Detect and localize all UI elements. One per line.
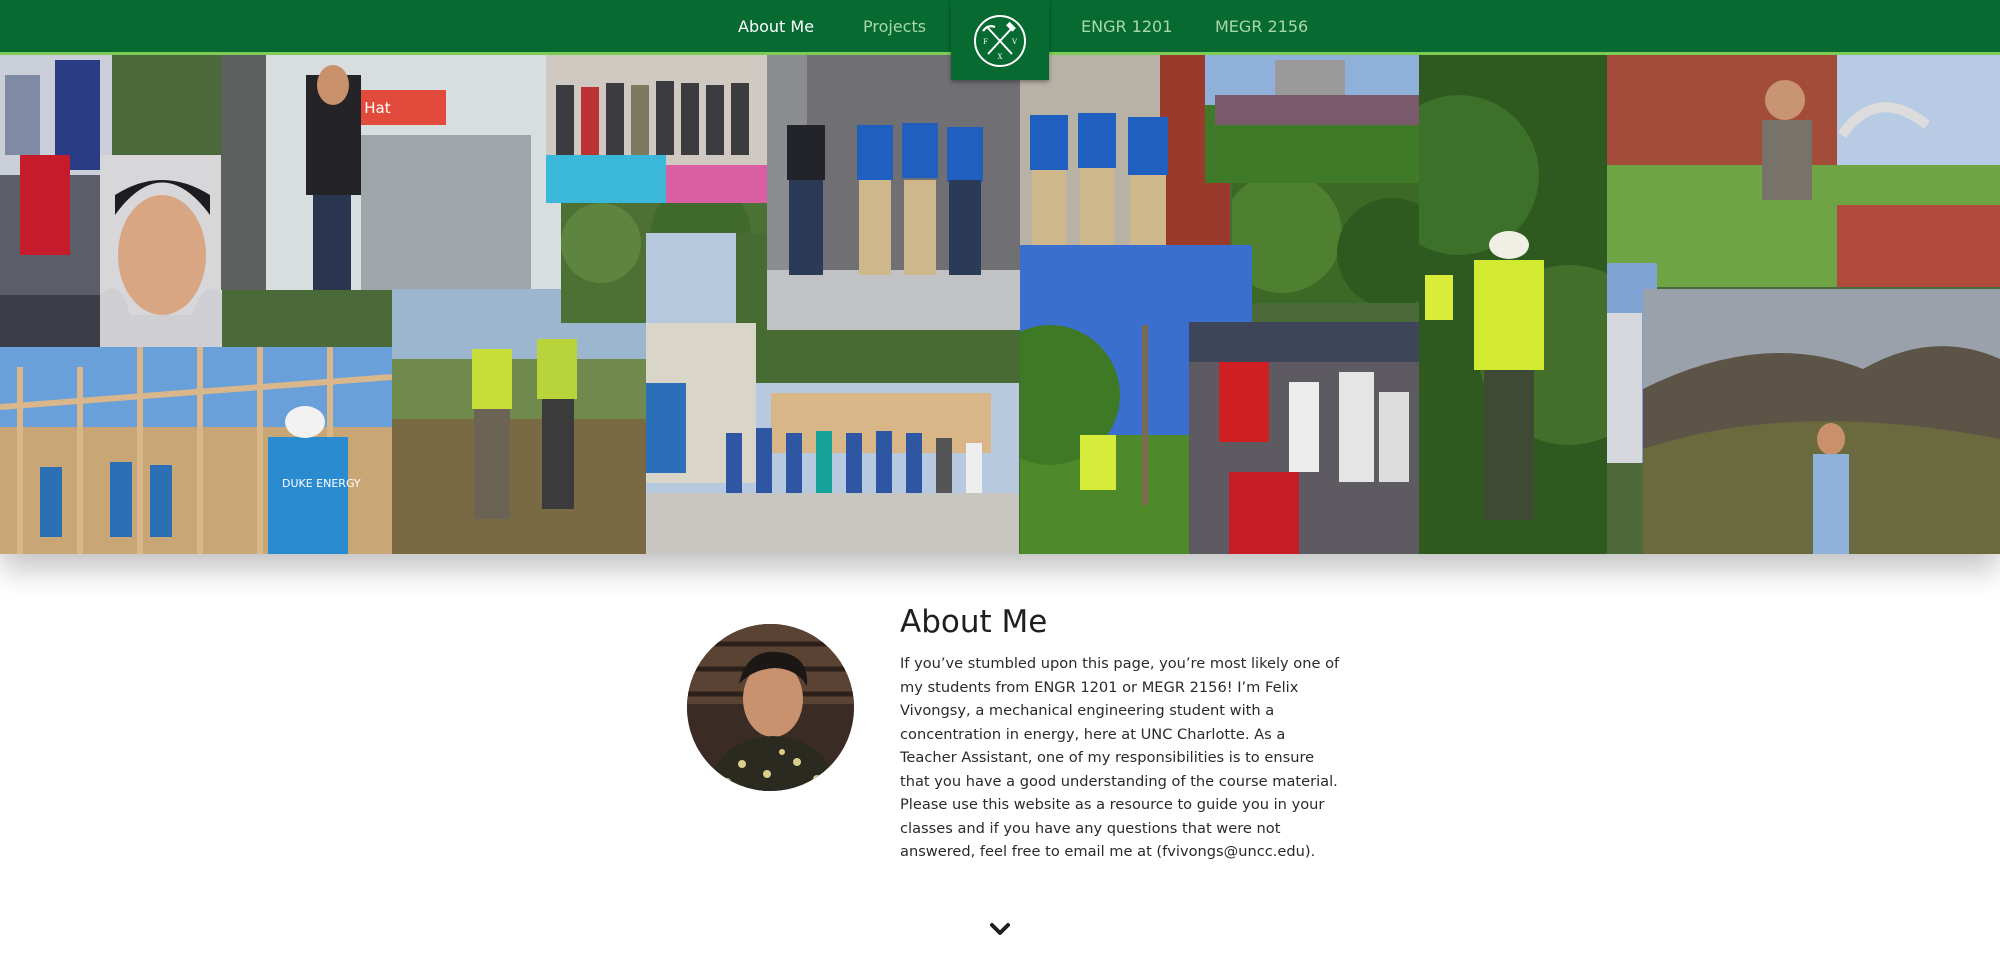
- photo-times-square: [0, 55, 112, 355]
- nav-link-megr-2156[interactable]: MEGR 2156: [1215, 17, 1308, 36]
- photo-worker-safety-vest: [1419, 55, 1607, 554]
- svg-text:DUKE ENERGY: DUKE ENERGY: [282, 477, 361, 490]
- pickaxe-hammer-emblem-icon: F V X: [974, 15, 1026, 67]
- photo-forest: [1232, 183, 1432, 303]
- chevron-down-icon[interactable]: [988, 920, 1012, 938]
- photo-workshop-kids: [1189, 322, 1419, 554]
- photo-campus: [1607, 55, 2000, 287]
- photo-team-blue-polos-right: [1020, 55, 1230, 245]
- profile-avatar: [687, 624, 854, 791]
- svg-text:V: V: [1011, 38, 1018, 46]
- photo-framing-volunteers: DUKE ENERGY: [0, 347, 392, 554]
- photo-redhat-office: Red Hat: [221, 55, 561, 290]
- about-me-heading: About Me: [900, 604, 1048, 640]
- hero-photo-collage: Red Hat: [0, 55, 2000, 554]
- photo-utility-workers: [392, 289, 646, 554]
- photo-large-group-field: [1205, 55, 1433, 183]
- site-logo-tab[interactable]: F V X: [951, 0, 1049, 80]
- photo-selfie-hoodie: [100, 155, 222, 350]
- svg-text:F: F: [983, 38, 988, 46]
- svg-text:X: X: [998, 53, 1003, 61]
- photo-team-blue-polos: [767, 55, 1020, 330]
- nav-link-engr-1201[interactable]: ENGR 1201: [1081, 17, 1172, 36]
- about-me-paragraph: If you’ve stumbled upon this page, you’r…: [900, 655, 1340, 860]
- nav-link-about-me[interactable]: About Me: [738, 17, 814, 36]
- nav-link-projects[interactable]: Projects: [863, 17, 926, 36]
- photo-group-indoor: [546, 55, 768, 203]
- photo-hollywood-hills: [1643, 289, 2000, 554]
